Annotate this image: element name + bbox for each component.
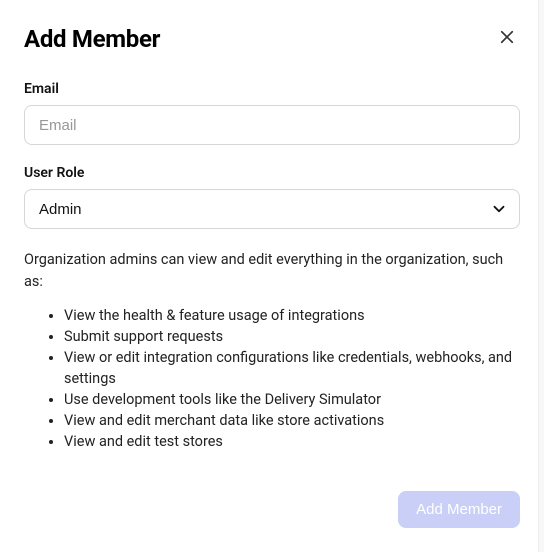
email-field[interactable]	[24, 105, 520, 145]
role-description: Organization admins can view and edit ev…	[24, 249, 520, 293]
email-group: Email	[24, 81, 520, 145]
email-label: Email	[24, 81, 520, 97]
list-item: View and edit test stores	[64, 431, 520, 452]
add-member-button[interactable]: Add Member	[398, 491, 520, 528]
modal-header: Add Member	[24, 24, 520, 53]
close-button[interactable]	[494, 24, 520, 53]
list-item: Use development tools like the Delivery …	[64, 389, 520, 410]
role-label: User Role	[24, 165, 520, 181]
add-member-modal: Add Member Email User Role Admin	[0, 0, 544, 552]
role-group: User Role Admin	[24, 165, 520, 229]
modal-footer: Add Member	[24, 475, 520, 528]
role-select-wrapper: Admin	[24, 189, 520, 229]
list-item: View the health & feature usage of integ…	[64, 305, 520, 326]
permissions-list: View the health & feature usage of integ…	[24, 305, 520, 452]
scrollbar-track[interactable]	[538, 0, 544, 552]
list-item: Submit support requests	[64, 326, 520, 347]
close-icon	[498, 28, 516, 49]
list-item: View and edit merchant data like store a…	[64, 410, 520, 431]
list-item: View or edit integration configurations …	[64, 347, 520, 389]
role-select[interactable]: Admin	[24, 189, 520, 229]
modal-title: Add Member	[24, 25, 160, 53]
